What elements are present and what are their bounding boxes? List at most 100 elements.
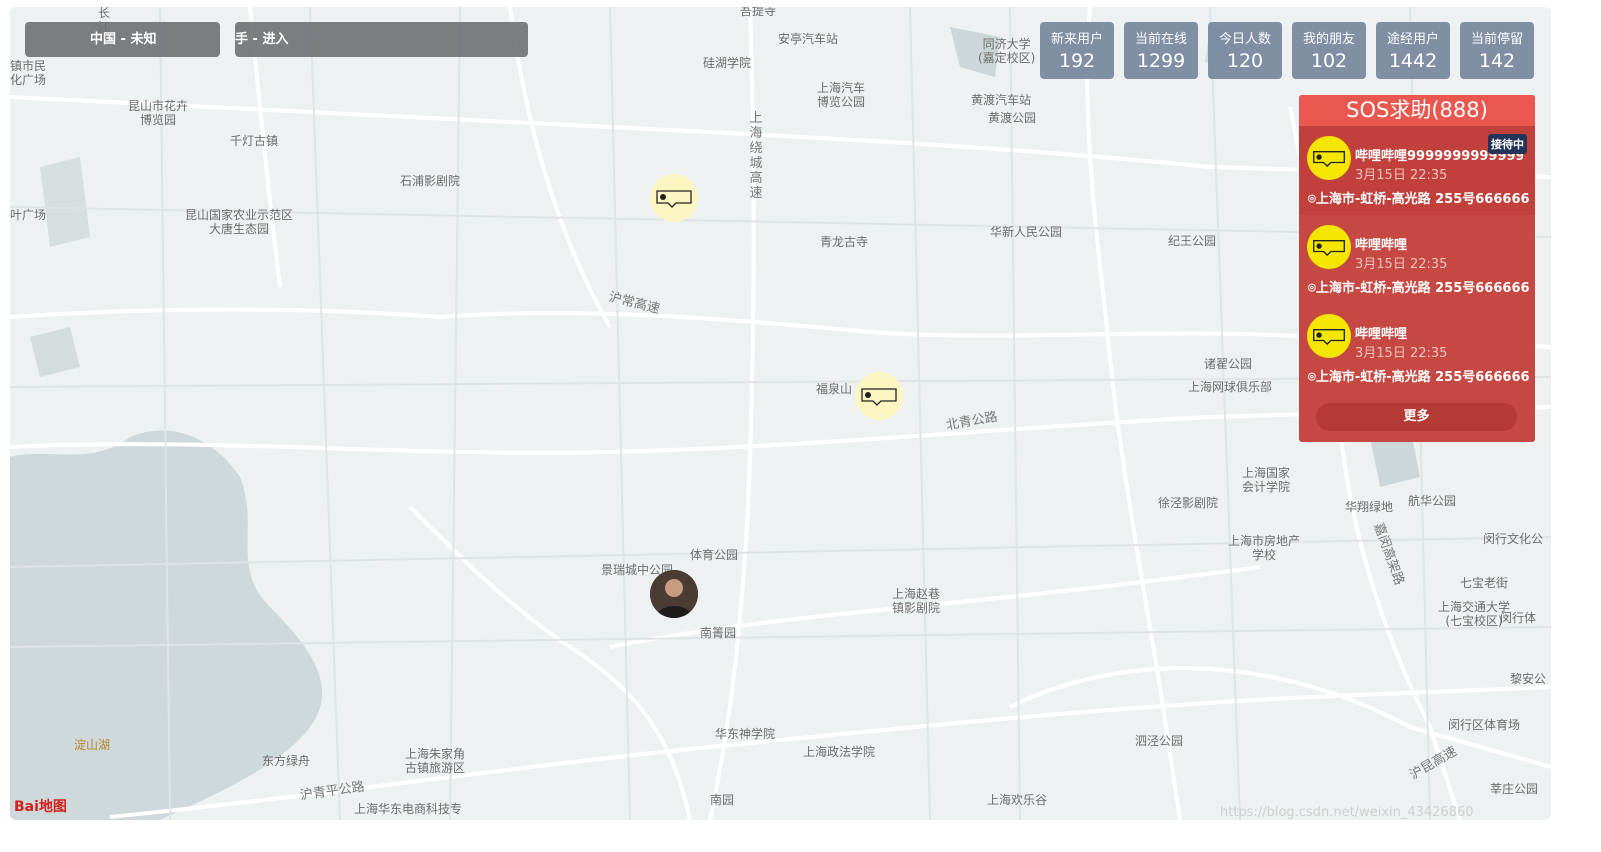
status-badge: 接待中 (1488, 134, 1527, 154)
region-selector[interactable]: 中国 - 未知 (25, 22, 220, 57)
chat-logo-icon (1313, 329, 1345, 345)
avatar (1307, 225, 1351, 269)
sos-address: ⌾上海市-虹桥-高光路 255号6666666 (1308, 366, 1530, 385)
map-label: 闵行文化公 (1483, 532, 1544, 546)
map-label: 上海国家 会计学院 (1242, 466, 1291, 494)
map-label: 昆山市花卉 博览园 (128, 99, 189, 127)
watermark: https://blog.csdn.net/weixin_43426860 (1220, 805, 1474, 820)
stat-value: 120 (1226, 50, 1264, 72)
user-marker[interactable] (855, 372, 903, 420)
chat-logo-icon (656, 190, 692, 208)
map-label: 徐泾影剧院 (1158, 496, 1219, 510)
map-label: 淀山湖 (74, 738, 111, 752)
more-button[interactable]: 更多 (1316, 403, 1517, 431)
map-label: 硅湖学院 (703, 56, 752, 70)
map-label: 黄渡公园 (988, 111, 1037, 125)
map-label: 华东神学院 (715, 727, 776, 741)
sos-address-text: 上海市-虹桥-高光路 255号6666666 (1315, 370, 1530, 385)
stat-value: 1442 (1388, 50, 1438, 72)
stat-new-users[interactable]: 新来用户 192 (1040, 22, 1114, 79)
map-label: 闵行区体育场 (1448, 718, 1521, 732)
sos-time: 3月15日 22:35 (1355, 257, 1448, 272)
map-label: 青龙古寺 (820, 235, 869, 249)
enter-button[interactable]: 手 - 进入 (235, 22, 528, 57)
map-label: 上海绕城高速 (749, 111, 763, 201)
stat-value: 192 (1058, 50, 1096, 72)
stat-passing[interactable]: 途经用户 1442 (1376, 22, 1450, 79)
sos-user-name: 哔哩哔哩 (1355, 238, 1408, 253)
sos-item[interactable]: 哔哩哔哩 3月15日 22:35 ⌾上海市-虹桥-高光路 255号6666666 (1299, 215, 1535, 304)
sos-item[interactable]: 哔哩哔哩999999999999999 3月15日 22:35 ⌾上海市-虹桥-… (1299, 126, 1535, 215)
map-label: 上海赵巷 镇影剧院 (892, 587, 941, 615)
map-label: 体育公园 (690, 548, 739, 562)
stat-title: 新来用户 (1050, 32, 1103, 47)
user-photo-icon (650, 570, 698, 618)
map-canvas[interactable]: 昆山市花卉 博览园 千灯古镇 石浦影剧院 昆山国家农业示范区 大唐生态园 硅湖学院 … (10, 7, 1551, 820)
location-pin-icon: ⌾ (1308, 370, 1316, 385)
stat-friends[interactable]: 我的朋友 102 (1292, 22, 1366, 79)
user-marker[interactable] (650, 174, 698, 222)
map-label: 上海网球俱乐部 (1188, 380, 1273, 394)
sos-address-text: 上海市-虹桥-高光路 255号6666666 (1315, 281, 1530, 296)
map-label: 东方绿舟 (262, 754, 311, 768)
map-label: 莘庄公园 (1490, 782, 1539, 796)
map-label: 昆山国家农业示范区 大唐生态园 (185, 208, 294, 236)
baidu-map-logo[interactable]: Bai地图 (14, 796, 67, 816)
stats-panel: 新来用户 192 当前在线 1299 今日人数 120 我的朋友 102 途经用户 144… (1040, 22, 1534, 79)
map-label: 七宝老街 (1460, 576, 1509, 590)
map-label: 吾提寺 (740, 7, 777, 18)
map-label: 纪王公园 (1168, 234, 1217, 248)
location-pin-icon: ⌾ (1308, 281, 1316, 296)
stat-online[interactable]: 当前在线 1299 (1124, 22, 1198, 79)
stat-title: 我的朋友 (1302, 32, 1355, 47)
map-label: 南园 (710, 793, 735, 807)
map-label: 黄渡汽车站 (971, 93, 1032, 107)
sos-time: 3月15日 22:35 (1355, 346, 1448, 361)
stat-today[interactable]: 今日人数 120 (1208, 22, 1282, 79)
stat-title: 当前在线 (1134, 32, 1187, 47)
map-label: 华新人民公园 (990, 225, 1063, 239)
chat-logo-icon (1313, 151, 1345, 167)
sos-address-text: 上海市-虹桥-高光路 255号6666666 (1315, 192, 1530, 207)
map-label: 航华公园 (1408, 494, 1457, 508)
map-label: 上海汽车 博览公园 (817, 81, 866, 109)
map-label: 福泉山 (816, 382, 853, 396)
map-label: 上海市房地产 学校 (1228, 534, 1301, 562)
avatar (1307, 314, 1351, 358)
map-label: 华翔绿地 (1345, 500, 1394, 514)
chat-logo-icon (861, 388, 897, 406)
map-label: 上海欢乐谷 (987, 793, 1048, 807)
stat-staying[interactable]: 当前停留 142 (1460, 22, 1534, 79)
stat-title: 途经用户 (1386, 32, 1439, 47)
map-label: 上海朱家角 古镇旅游区 (405, 747, 466, 775)
sos-time: 3月15日 22:35 (1355, 168, 1448, 183)
sos-address: ⌾上海市-虹桥-高光路 255号6666666 (1308, 188, 1530, 207)
map-label: 上海政法学院 (803, 745, 876, 759)
map-label: 叶广场 (10, 208, 47, 222)
stat-value: 142 (1478, 50, 1516, 72)
logo-text: Bai地图 (14, 799, 67, 815)
avatar (1307, 136, 1351, 180)
chat-logo-icon (1313, 240, 1345, 256)
stat-value: 102 (1310, 50, 1348, 72)
location-pin-icon: ⌾ (1308, 192, 1316, 207)
map-label: 千灯古镇 (230, 134, 279, 148)
map-label: 安亭汽车站 (778, 32, 839, 46)
sos-address: ⌾上海市-虹桥-高光路 255号6666666 (1308, 277, 1530, 296)
map-label: 泗泾公园 (1135, 734, 1184, 748)
map-label: 镇市民 化广场 (10, 59, 47, 87)
user-photo-marker[interactable] (650, 570, 698, 618)
sos-panel: SOS求助(888) 哔哩哔哩999999999999999 3月15日 22:… (1299, 95, 1535, 442)
sos-user-name: 哔哩哔哩 (1355, 327, 1408, 342)
sos-item[interactable]: 哔哩哔哩 3月15日 22:35 ⌾上海市-虹桥-高光路 255号6666666 (1299, 304, 1535, 393)
map-label: 黎安公 (1510, 672, 1547, 686)
map-label: 诸翟公园 (1204, 357, 1253, 371)
map-label: 上海华东电商科技专 (354, 802, 463, 816)
sos-title: SOS求助(888) (1299, 95, 1535, 126)
stat-title: 今日人数 (1218, 32, 1271, 47)
map-label: 石浦影剧院 (400, 174, 461, 188)
stat-title: 当前停留 (1470, 32, 1523, 47)
map-label: 闵行体 (1500, 611, 1537, 625)
map-label: 南箐园 (700, 626, 737, 640)
map-label: 同济大学 (嘉定校区) (978, 37, 1036, 65)
